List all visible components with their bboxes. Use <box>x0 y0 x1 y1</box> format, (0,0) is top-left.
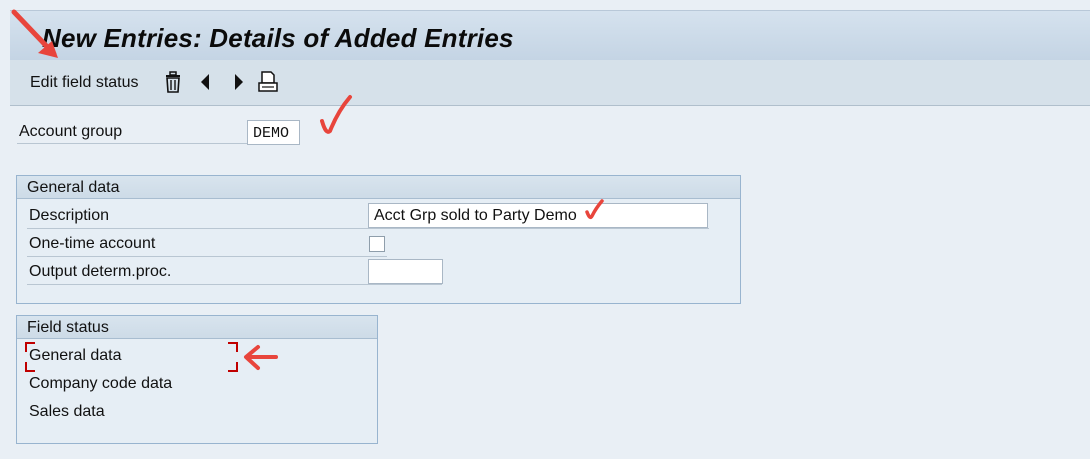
output-determ-label: Output determ.proc. <box>29 263 172 280</box>
account-group-field[interactable]: DEMO <box>247 120 300 145</box>
one-time-account-checkbox[interactable] <box>369 236 385 252</box>
account-group-label: Account group <box>19 123 123 140</box>
checkmark-annotation-icon <box>320 95 352 134</box>
application-toolbar: Edit field status <box>10 60 1090 106</box>
one-time-underline <box>27 256 387 257</box>
one-time-account-label: One-time account <box>29 235 156 252</box>
selection-bracket-top-right <box>228 342 238 352</box>
selection-bracket-bottom-right <box>228 362 238 372</box>
page-title: New Entries: Details of Added Entries <box>42 23 514 53</box>
description-underline <box>27 228 709 229</box>
title-bar: New Entries: Details of Added Entries <box>10 10 1090 61</box>
field-status-item-general-data[interactable]: General data <box>29 347 122 365</box>
selection-bracket-bottom-left <box>25 362 35 372</box>
description-field[interactable]: Acct Grp sold to Party Demo <box>368 203 708 228</box>
annotation-arrow-icon <box>11 9 58 58</box>
selection-bracket-top-left <box>25 342 35 352</box>
annotation-arrow-icon <box>244 345 278 370</box>
general-data-title: General data <box>27 179 120 196</box>
field-status-item-company-code-data[interactable]: Company code data <box>29 375 172 393</box>
output-determ-field[interactable] <box>368 259 443 284</box>
general-data-header: General data <box>17 176 740 199</box>
field-status-title: Field status <box>27 319 109 336</box>
next-icon[interactable] <box>226 70 250 94</box>
field-status-header: Field status <box>17 316 377 339</box>
field-status-item-sales-data[interactable]: Sales data <box>29 403 105 421</box>
trash-icon[interactable] <box>161 70 185 94</box>
previous-icon[interactable] <box>194 70 218 94</box>
description-label: Description <box>29 207 110 224</box>
output-determ-underline <box>27 284 442 285</box>
edit-field-status-button[interactable]: Edit field status <box>30 74 139 92</box>
checkmark-annotation-icon <box>585 199 604 220</box>
print-icon[interactable] <box>256 70 280 94</box>
